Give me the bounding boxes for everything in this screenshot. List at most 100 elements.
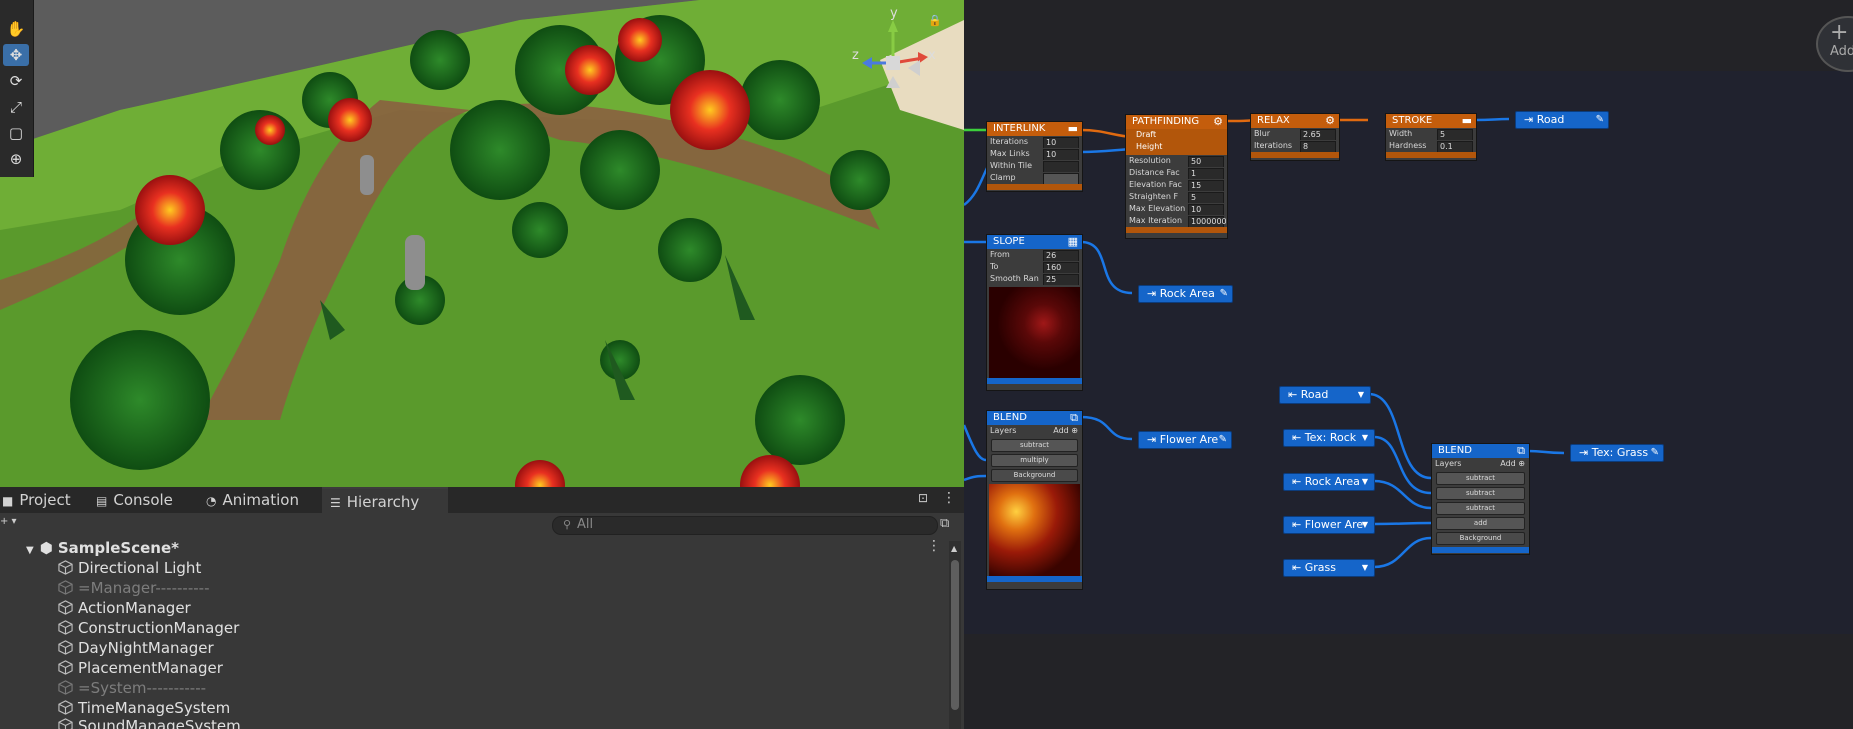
add-layer-button[interactable]: Add ⊕ <box>1053 425 1078 437</box>
list-item[interactable]: ActionManager <box>58 598 191 618</box>
rotate-tool-icon[interactable]: ⟳ <box>3 70 29 92</box>
hierarchy-scrollbar[interactable]: ▲ <box>949 541 961 729</box>
node-expand-footer[interactable] <box>987 576 1082 582</box>
rect-tool-icon[interactable]: ▢ <box>3 122 29 144</box>
scroll-up-icon[interactable]: ▲ <box>951 544 957 553</box>
scene-menu-icon[interactable]: ⋮ <box>927 538 941 554</box>
collapse-icon[interactable]: ▬ <box>1068 122 1078 136</box>
road-input-node[interactable]: ⇤ Road ▼ <box>1279 386 1371 404</box>
gear-icon[interactable]: ⚙ <box>1325 114 1335 128</box>
list-item[interactable]: DayNightManager <box>58 638 214 658</box>
relax-node[interactable]: RELAX ⚙ Blur 2.65 Iterations 8 <box>1250 113 1340 161</box>
tab-hierarchy[interactable]: ☰ Hierarchy <box>322 487 448 515</box>
edit-pencil-icon[interactable]: ✎ <box>1651 445 1659 461</box>
iterations-field[interactable]: Iterations 8 <box>1251 140 1339 152</box>
interlink-node-header[interactable]: INTERLINK ▬ <box>987 122 1082 136</box>
grass-input-node[interactable]: ⇤ Grass ▼ <box>1283 559 1375 577</box>
flower-area-input-node[interactable]: ⇤ Flower Are ▼ <box>1283 516 1375 534</box>
interlink-node[interactable]: INTERLINK ▬ Iterations 10 Max Links 10 With… <box>986 121 1083 192</box>
distance-factor-field[interactable]: Distance Fac 1 <box>1126 167 1227 179</box>
to-field[interactable]: To 160 <box>987 261 1082 273</box>
straighten-field[interactable]: Straighten F5 <box>1126 191 1227 203</box>
node-expand-footer[interactable] <box>987 184 1082 190</box>
edit-pencil-icon[interactable]: ✎ <box>1219 432 1227 448</box>
layer-row[interactable]: multiply <box>991 454 1078 467</box>
hierarchy-search-input[interactable]: ⚲ All <box>552 516 938 535</box>
dropdown-arrow-icon[interactable]: ▼ <box>1358 387 1364 403</box>
node-expand-footer[interactable] <box>1432 547 1529 553</box>
tab-project[interactable]: ■ Project <box>0 487 94 513</box>
add-layer-button[interactable]: Add ⊕ <box>1500 458 1525 470</box>
elevation-factor-field[interactable]: Elevation Fac 15 <box>1126 179 1227 191</box>
scene-root-row[interactable]: ▼ ⬢ SampleScene* <box>26 538 179 558</box>
panel-lock-icon[interactable]: ⊡ <box>918 491 928 505</box>
max-iteration-field[interactable]: Max Iteration 1000000 <box>1126 215 1227 227</box>
hand-tool-icon[interactable]: ✋ <box>3 18 29 40</box>
dropdown-arrow-icon[interactable]: ▼ <box>1362 474 1368 490</box>
list-item[interactable]: =System----------- <box>58 678 206 698</box>
layer-row[interactable]: Background <box>1436 532 1525 545</box>
iterations-field[interactable]: Iterations 10 <box>987 136 1082 148</box>
slope-node-header[interactable]: SLOPE ▦ <box>987 235 1082 249</box>
list-item[interactable]: Directional Light <box>58 558 201 578</box>
blend-node-1[interactable]: BLEND ⧉ Layers Add ⊕ subtract multiply Bac… <box>986 410 1083 590</box>
blur-field[interactable]: Blur 2.65 <box>1251 128 1339 140</box>
lock-icon[interactable]: 🔒 <box>928 14 942 27</box>
dropdown-arrow-icon[interactable]: ▼ <box>1362 517 1368 533</box>
list-item[interactable]: SoundManageSystem <box>58 716 241 729</box>
hardness-field[interactable]: Hardness 0.1 <box>1386 140 1476 152</box>
blend-node-2[interactable]: BLEND ⧉ Layers Add ⊕ subtract subtract sub… <box>1431 443 1530 555</box>
layer-row[interactable]: Background <box>991 469 1078 482</box>
node-expand-footer[interactable] <box>1386 152 1476 158</box>
copy-icon[interactable]: ⧉ <box>1070 411 1078 425</box>
stroke-node[interactable]: STROKE ▬ Width 5 Hardness 0.1 <box>1385 113 1477 161</box>
height-input-port[interactable]: Height <box>1126 141 1227 153</box>
node-expand-footer[interactable] <box>1126 227 1227 233</box>
list-item[interactable]: TimeManageSystem <box>58 698 230 718</box>
draft-input-port[interactable]: Draft <box>1126 129 1227 141</box>
relax-node-header[interactable]: RELAX ⚙ <box>1251 114 1339 128</box>
node-expand-footer[interactable] <box>987 378 1082 384</box>
search-filter-icon[interactable]: ⧉ <box>940 516 949 531</box>
clamp-field[interactable]: Clamp <box>987 172 1082 184</box>
within-tile-field[interactable]: Within Tile <box>987 160 1082 172</box>
scale-tool-icon[interactable]: ⤢ <box>3 96 29 118</box>
tex-grass-output-node[interactable]: ⇥ Tex: Grass ✎ <box>1570 444 1664 462</box>
dropdown-arrow-icon[interactable]: ▼ <box>1362 430 1368 446</box>
slope-node[interactable]: SLOPE ▦ From 26 To 160 Smooth Ran 25 <box>986 234 1083 391</box>
pathfinding-node[interactable]: PATHFINDING ⚙ Draft Height Resolution 50 D… <box>1125 114 1228 239</box>
stroke-node-header[interactable]: STROKE ▬ <box>1386 114 1476 128</box>
tab-animation[interactable]: ◔ Animation <box>204 487 316 513</box>
collapse-icon[interactable]: ▬ <box>1462 114 1472 128</box>
width-field[interactable]: Width 5 <box>1386 128 1476 140</box>
node-expand-footer[interactable] <box>1251 152 1339 158</box>
layer-row[interactable]: subtract <box>991 439 1078 452</box>
tab-console[interactable]: ▤ Console <box>94 487 188 513</box>
pathfinding-node-header[interactable]: PATHFINDING ⚙ <box>1126 115 1227 129</box>
transform-tool-icon[interactable]: ⊕ <box>3 148 29 170</box>
resolution-field[interactable]: Resolution 50 <box>1126 155 1227 167</box>
max-links-field[interactable]: Max Links 10 <box>987 148 1082 160</box>
move-tool-icon[interactable]: ✥ <box>3 44 29 66</box>
list-item[interactable]: =Manager---------- <box>58 578 209 598</box>
create-dropdown-icon[interactable]: + ▾ <box>0 516 17 527</box>
gear-icon[interactable]: ⚙ <box>1213 115 1223 129</box>
list-item[interactable]: PlacementManager <box>58 658 223 678</box>
expand-arrow-icon[interactable]: ▼ <box>26 545 34 556</box>
from-field[interactable]: From 26 <box>987 249 1082 261</box>
chart-icon[interactable]: ▦ <box>1068 235 1078 249</box>
layer-row[interactable]: subtract <box>1436 472 1525 485</box>
layer-row[interactable]: add <box>1436 517 1525 530</box>
layer-row[interactable]: subtract <box>1436 487 1525 500</box>
rock-area-input-node[interactable]: ⇤ Rock Area ▼ <box>1283 473 1375 491</box>
dropdown-arrow-icon[interactable]: ▼ <box>1362 560 1368 576</box>
panel-menu-icon[interactable]: ⋮ <box>942 490 956 506</box>
flower-area-output-node[interactable]: ⇥ Flower Are ✎ <box>1138 431 1232 449</box>
scene-view[interactable]: ✋ ✥ ⟳ ⤢ ▢ ⊕ y x z 🔒 <box>0 0 964 487</box>
copy-icon[interactable]: ⧉ <box>1517 444 1525 458</box>
edit-pencil-icon[interactable]: ✎ <box>1220 286 1228 302</box>
blend-node-header[interactable]: BLEND ⧉ <box>1432 444 1529 458</box>
list-item[interactable]: ConstructionManager <box>58 618 239 638</box>
tex-rock-input-node[interactable]: ⇤ Tex: Rock ▼ <box>1283 429 1375 447</box>
scrollbar-thumb[interactable] <box>951 560 959 710</box>
